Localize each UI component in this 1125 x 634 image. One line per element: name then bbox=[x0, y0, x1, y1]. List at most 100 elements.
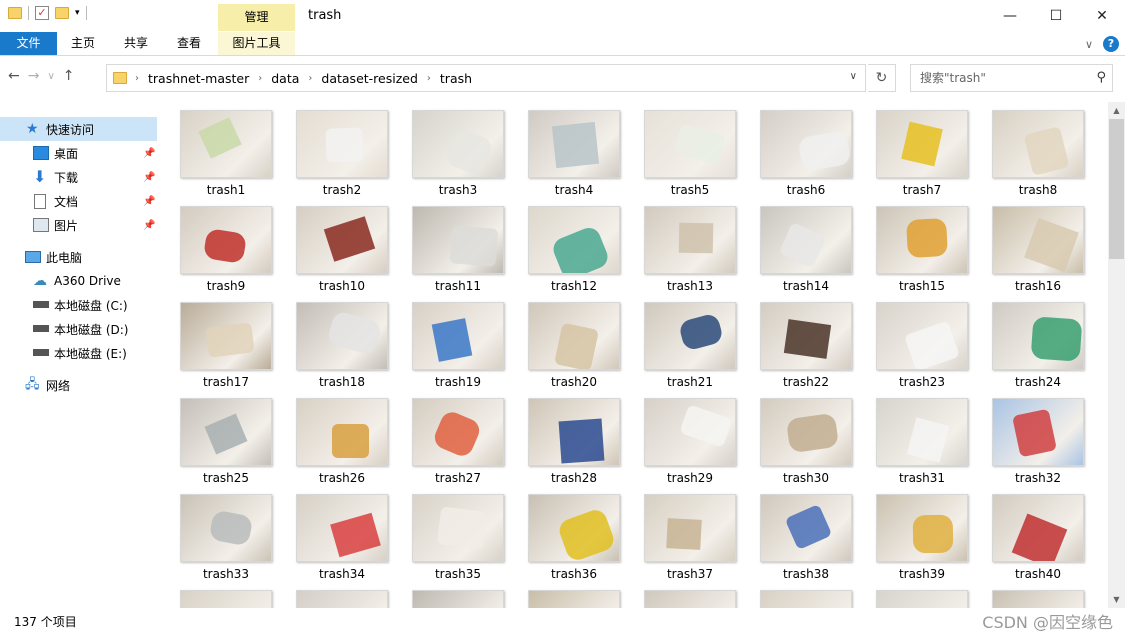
image-thumbnail[interactable] bbox=[180, 494, 272, 562]
image-thumbnail[interactable] bbox=[528, 302, 620, 370]
file-item[interactable]: trash18 bbox=[276, 294, 392, 390]
image-thumbnail[interactable] bbox=[180, 110, 272, 178]
image-thumbnail[interactable] bbox=[296, 590, 388, 608]
file-item[interactable]: trash12 bbox=[508, 198, 624, 294]
sidebar-item-pictures[interactable]: 图片 📌 bbox=[0, 213, 157, 237]
file-item[interactable]: trash8 bbox=[972, 102, 1088, 198]
image-thumbnail[interactable] bbox=[528, 110, 620, 178]
scroll-up-arrow-icon[interactable]: ▲ bbox=[1108, 102, 1125, 119]
breadcrumb-trashnet-master[interactable]: trashnet-master bbox=[148, 71, 249, 86]
address-bar[interactable]: › trashnet-master › data › dataset-resiz… bbox=[106, 64, 866, 92]
properties-icon[interactable]: ✓ bbox=[35, 6, 49, 20]
image-thumbnail[interactable] bbox=[528, 590, 620, 608]
file-item[interactable]: trash25 bbox=[160, 390, 276, 486]
tab-home[interactable]: 主页 bbox=[60, 32, 106, 55]
image-thumbnail[interactable] bbox=[180, 398, 272, 466]
image-thumbnail[interactable] bbox=[876, 590, 968, 608]
sidebar-item-drive-c[interactable]: 本地磁盘 (C:) bbox=[0, 293, 157, 317]
new-folder-icon[interactable] bbox=[55, 7, 69, 19]
image-thumbnail[interactable] bbox=[296, 206, 388, 274]
minimize-button[interactable]: — bbox=[987, 0, 1033, 32]
expand-ribbon-icon[interactable]: ∨ bbox=[1085, 38, 1093, 51]
vertical-scrollbar[interactable]: ▲ ▼ bbox=[1108, 102, 1125, 608]
image-thumbnail[interactable] bbox=[760, 590, 852, 608]
image-thumbnail[interactable] bbox=[876, 398, 968, 466]
image-thumbnail[interactable] bbox=[644, 494, 736, 562]
file-item[interactable]: trash1 bbox=[160, 102, 276, 198]
image-thumbnail[interactable] bbox=[412, 398, 504, 466]
search-icon[interactable]: ⚲ bbox=[1096, 65, 1106, 91]
image-thumbnail[interactable] bbox=[412, 206, 504, 274]
image-thumbnail[interactable] bbox=[760, 302, 852, 370]
file-item[interactable]: trash29 bbox=[624, 390, 740, 486]
image-thumbnail[interactable] bbox=[644, 110, 736, 178]
image-thumbnail[interactable] bbox=[528, 494, 620, 562]
close-button[interactable]: ✕ bbox=[1079, 0, 1125, 32]
file-item[interactable]: trash3 bbox=[392, 102, 508, 198]
sidebar-item-a360-drive[interactable]: ☁ A360 Drive bbox=[0, 269, 157, 293]
file-item[interactable]: trash20 bbox=[508, 294, 624, 390]
file-item[interactable]: trash16 bbox=[972, 198, 1088, 294]
file-item[interactable]: trash34 bbox=[276, 486, 392, 582]
image-thumbnail[interactable] bbox=[412, 110, 504, 178]
image-thumbnail[interactable] bbox=[992, 206, 1084, 274]
file-item[interactable]: trash2 bbox=[276, 102, 392, 198]
scrollbar-thumb[interactable] bbox=[1109, 119, 1124, 259]
image-thumbnail[interactable] bbox=[528, 398, 620, 466]
image-thumbnail[interactable] bbox=[296, 494, 388, 562]
file-item[interactable]: trash17 bbox=[160, 294, 276, 390]
file-item[interactable]: trash11 bbox=[392, 198, 508, 294]
file-item[interactable]: trash24 bbox=[972, 294, 1088, 390]
image-thumbnail[interactable] bbox=[528, 206, 620, 274]
tab-picture-tools[interactable]: 图片工具 bbox=[218, 32, 295, 55]
sidebar-item-network[interactable]: 🖧 网络 bbox=[0, 373, 157, 397]
image-thumbnail[interactable] bbox=[760, 494, 852, 562]
customize-toolbar-icon[interactable]: ▾ bbox=[75, 8, 80, 18]
file-item[interactable]: trash14 bbox=[740, 198, 856, 294]
image-thumbnail[interactable] bbox=[992, 398, 1084, 466]
sidebar-item-downloads[interactable]: ⬇ 下载 📌 bbox=[0, 165, 157, 189]
pin-icon[interactable]: 📌 bbox=[143, 148, 155, 159]
file-item[interactable]: trash30 bbox=[740, 390, 856, 486]
image-thumbnail[interactable] bbox=[876, 110, 968, 178]
file-item[interactable]: trash31 bbox=[856, 390, 972, 486]
file-item[interactable]: trash38 bbox=[740, 486, 856, 582]
file-item[interactable]: trash40 bbox=[972, 486, 1088, 582]
image-thumbnail[interactable] bbox=[296, 302, 388, 370]
file-item[interactable]: trash13 bbox=[624, 198, 740, 294]
manage-context-tab[interactable]: 管理 bbox=[218, 4, 295, 31]
sidebar-item-drive-d[interactable]: 本地磁盘 (D:) bbox=[0, 317, 157, 341]
image-thumbnail[interactable] bbox=[992, 494, 1084, 562]
sidebar-item-drive-e[interactable]: 本地磁盘 (E:) bbox=[0, 341, 157, 365]
image-thumbnail[interactable] bbox=[644, 590, 736, 608]
image-thumbnail[interactable] bbox=[876, 494, 968, 562]
file-item[interactable]: trash37 bbox=[624, 486, 740, 582]
pin-icon[interactable]: 📌 bbox=[143, 196, 155, 207]
image-thumbnail[interactable] bbox=[760, 206, 852, 274]
file-item[interactable]: trash27 bbox=[392, 390, 508, 486]
file-item[interactable]: trash21 bbox=[624, 294, 740, 390]
sidebar-item-documents[interactable]: 文档 📌 bbox=[0, 189, 157, 213]
image-thumbnail[interactable] bbox=[412, 302, 504, 370]
file-item[interactable]: trash26 bbox=[276, 390, 392, 486]
scroll-down-arrow-icon[interactable]: ▼ bbox=[1108, 591, 1125, 608]
image-thumbnail[interactable] bbox=[296, 110, 388, 178]
breadcrumb-separator[interactable]: › bbox=[135, 73, 139, 84]
breadcrumb-separator[interactable]: › bbox=[427, 73, 431, 84]
help-icon[interactable]: ? bbox=[1103, 36, 1119, 52]
image-thumbnail[interactable] bbox=[180, 590, 272, 608]
image-thumbnail[interactable] bbox=[992, 590, 1084, 608]
file-item[interactable]: trash5 bbox=[624, 102, 740, 198]
breadcrumb-data[interactable]: data bbox=[271, 71, 299, 86]
tab-share[interactable]: 共享 bbox=[113, 32, 159, 55]
image-thumbnail[interactable] bbox=[876, 206, 968, 274]
breadcrumb-separator[interactable]: › bbox=[308, 73, 312, 84]
file-item[interactable]: trash15 bbox=[856, 198, 972, 294]
sidebar-item-quick-access[interactable]: ★ 快速访问 bbox=[0, 117, 157, 141]
forward-button[interactable]: → bbox=[28, 68, 40, 84]
pin-icon[interactable]: 📌 bbox=[143, 172, 155, 183]
back-button[interactable]: ← bbox=[8, 68, 20, 84]
file-item[interactable]: trash39 bbox=[856, 486, 972, 582]
breadcrumb-dataset-resized[interactable]: dataset-resized bbox=[321, 71, 418, 86]
image-thumbnail[interactable] bbox=[412, 494, 504, 562]
